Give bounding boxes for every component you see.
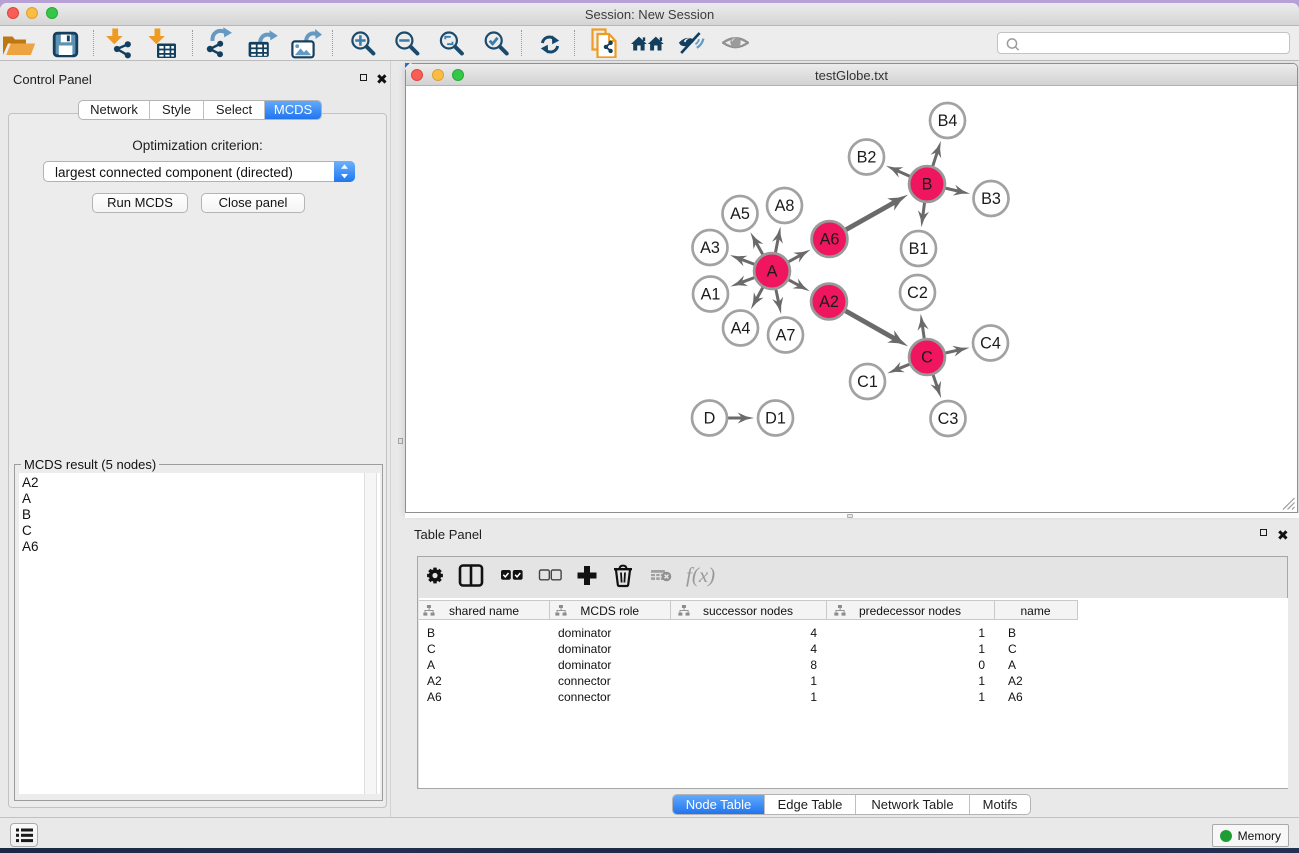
svg-text:B3: B3 <box>981 190 1001 208</box>
svg-text:A3: A3 <box>700 239 720 257</box>
svg-text:D1: D1 <box>765 410 786 428</box>
svg-text:C3: C3 <box>938 410 959 428</box>
svg-text:B1: B1 <box>909 240 929 258</box>
svg-text:B2: B2 <box>857 149 877 167</box>
svg-text:A7: A7 <box>776 327 796 345</box>
svg-text:B: B <box>922 176 933 194</box>
svg-text:C1: C1 <box>857 373 878 391</box>
svg-text:C4: C4 <box>980 335 1001 353</box>
svg-text:A8: A8 <box>775 197 795 215</box>
svg-text:A5: A5 <box>730 205 750 223</box>
svg-text:A2: A2 <box>819 293 839 311</box>
svg-text:f(x): f(x) <box>686 563 715 587</box>
svg-text:B4: B4 <box>938 112 958 130</box>
svg-text:A1: A1 <box>701 286 721 304</box>
svg-text:A: A <box>767 263 778 281</box>
svg-text:A6: A6 <box>820 231 840 249</box>
svg-text:A4: A4 <box>731 320 751 338</box>
svg-text:D: D <box>704 410 716 428</box>
svg-text:C2: C2 <box>907 284 928 302</box>
svg-text:C: C <box>921 349 933 367</box>
